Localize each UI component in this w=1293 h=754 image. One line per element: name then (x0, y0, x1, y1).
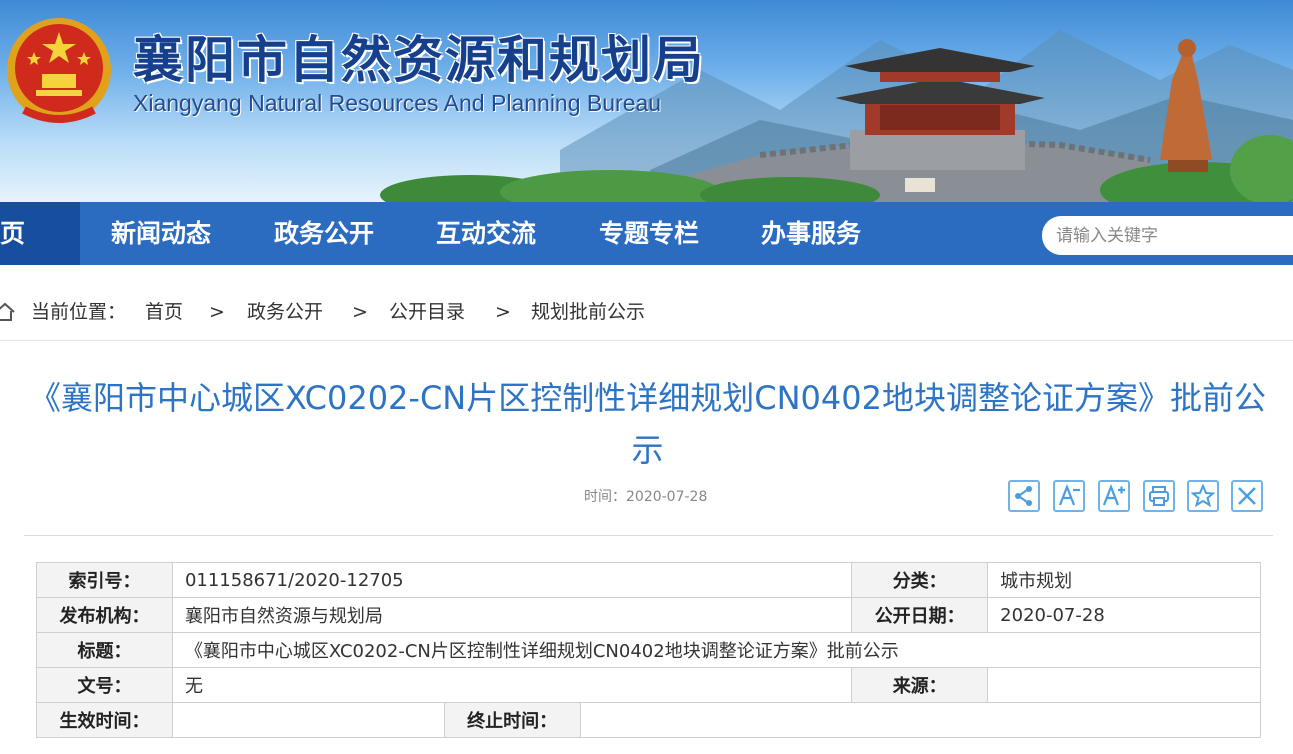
nav-item-government-affairs[interactable]: 政务公开 (274, 202, 374, 265)
header-banner: 襄阳市自然资源和规划局 Xiangyang Natural Resources … (0, 0, 1293, 202)
search-input[interactable] (1042, 216, 1293, 255)
close-icon (1238, 487, 1256, 505)
print-button[interactable] (1143, 480, 1175, 512)
effective-date-value (171, 702, 445, 738)
publisher-value: 襄阳市自然资源与规划局 (171, 597, 853, 633)
publisher-label: 发布机构： (36, 597, 173, 633)
nav-item-special-topics[interactable]: 专题专栏 (599, 202, 699, 265)
breadcrumb-item-home[interactable]: 首页 (145, 292, 183, 332)
breadcrumb-item-government-affairs[interactable]: 政务公开 (247, 292, 323, 332)
print-icon (1149, 486, 1169, 506)
national-emblem-icon (7, 18, 111, 123)
table-row: 索引号： 011158671/2020-12705 分类： 城市规划 (36, 562, 1261, 598)
share-icon (1015, 486, 1032, 506)
close-button[interactable] (1231, 480, 1263, 512)
favorite-button[interactable] (1187, 480, 1219, 512)
breadcrumb-separator: > (209, 301, 225, 323)
breadcrumb-item-catalog[interactable]: 公开目录 (389, 292, 465, 332)
title-value: 《襄阳市中心城区XC0202-CN片区控制性详细规划CN0402地块调整论证方案… (171, 632, 1262, 668)
breadcrumb: 当前位置： 首页 > 政务公开 > 公开目录 > 规划批前公示 (0, 292, 700, 332)
docno-value: 无 (171, 667, 853, 703)
index-value: 011158671/2020-12705 (171, 562, 853, 598)
index-label: 索引号： (36, 562, 173, 598)
share-button[interactable] (1008, 480, 1040, 512)
favorite-icon (1191, 484, 1215, 508)
docno-label: 文号： (36, 667, 173, 703)
effective-date-label: 生效时间： (36, 702, 173, 738)
table-row: 文号： 无 来源： (36, 667, 1261, 703)
breadcrumb-item-planning-notice[interactable]: 规划批前公示 (531, 292, 645, 332)
font-increase-button[interactable] (1098, 480, 1130, 512)
article-title: 《襄阳市中心城区XC0202-CN片区控制性详细规划CN0402地块调整论证方案… (29, 379, 1266, 469)
breadcrumb-divider (0, 340, 1293, 341)
home-icon (0, 302, 15, 321)
expiry-date-value (579, 702, 1262, 738)
pubdate-label: 公开日期： (851, 597, 989, 633)
site-subtitle: Xiangyang Natural Resources And Planning… (133, 90, 662, 116)
source-value (987, 667, 1261, 703)
source-label: 来源： (851, 667, 989, 703)
content-divider (24, 535, 1273, 536)
nav-item-interaction[interactable]: 互动交流 (436, 202, 536, 265)
title-label: 标题： (36, 632, 173, 668)
nav-item-news[interactable]: 新闻动态 (111, 202, 211, 265)
breadcrumb-prefix: 当前位置： (31, 301, 127, 323)
pubdate-value: 2020-07-28 (987, 597, 1261, 633)
category-label: 分类： (851, 562, 989, 598)
font-decrease-icon (1058, 484, 1080, 506)
expiry-date-label: 终止时间： (443, 702, 581, 738)
breadcrumb-separator: > (495, 301, 511, 323)
table-row: 发布机构： 襄阳市自然资源与规划局 公开日期： 2020-07-28 (36, 597, 1261, 633)
table-row: 标题： 《襄阳市中心城区XC0202-CN片区控制性详细规划CN0402地块调整… (36, 632, 1262, 668)
main-nav: 页 新闻动态 政务公开 互动交流 专题专栏 办事服务 (0, 202, 1293, 265)
table-row: 生效时间： 终止时间： (36, 702, 1262, 738)
font-increase-icon (1102, 484, 1125, 506)
document-meta-table: 索引号： 011158671/2020-12705 分类： 城市规划 发布机构：… (36, 562, 1262, 738)
category-value: 城市规划 (987, 562, 1261, 598)
site-title: 襄阳市自然资源和规划局 (133, 31, 705, 89)
nav-item-services[interactable]: 办事服务 (761, 202, 861, 265)
breadcrumb-separator: > (352, 301, 368, 323)
article-date: 时间：2020-07-28 (584, 489, 708, 505)
font-decrease-button[interactable] (1053, 480, 1085, 512)
nav-item-home[interactable]: 页 (0, 202, 80, 265)
